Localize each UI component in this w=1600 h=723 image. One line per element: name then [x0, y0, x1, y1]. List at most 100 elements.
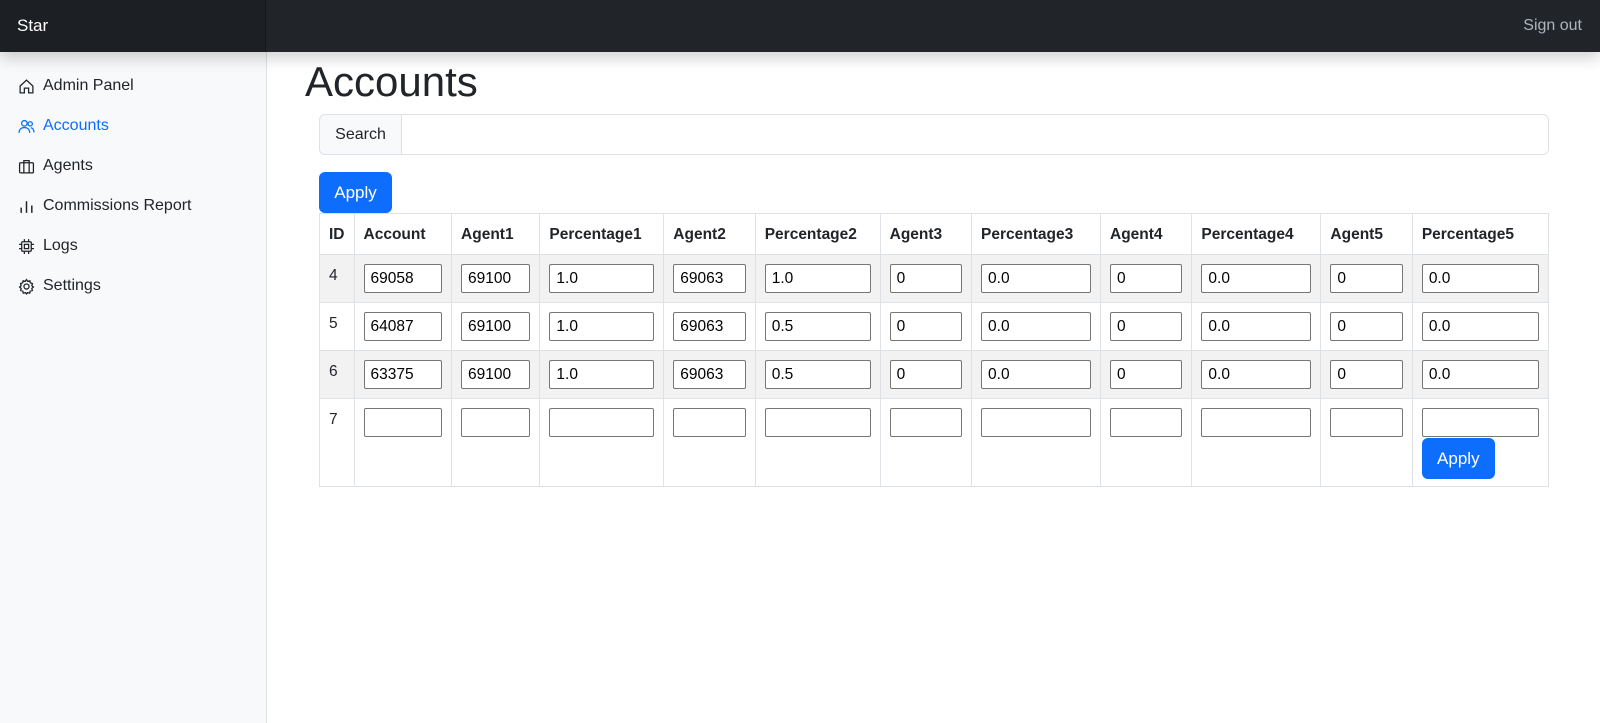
briefcase-icon [17, 157, 35, 175]
percentage3-input[interactable] [981, 312, 1092, 341]
column-header: Percentage3 [971, 213, 1102, 255]
percentage4-input[interactable] [1201, 408, 1312, 437]
agent5-input[interactable] [1330, 408, 1403, 437]
percentage1-input[interactable] [549, 408, 655, 437]
percentage3-input[interactable] [981, 360, 1092, 389]
table-cell [663, 398, 756, 487]
column-header: ID [319, 213, 355, 255]
percentage1-input[interactable] [549, 264, 655, 293]
sidebar-item-label: Commissions Report [43, 197, 192, 214]
agent1-input[interactable] [461, 312, 531, 341]
percentage2-input[interactable] [764, 408, 871, 437]
table-cell [539, 254, 665, 303]
percentage2-input[interactable] [764, 312, 871, 341]
gear-icon [17, 277, 35, 295]
agent3-input[interactable] [889, 360, 963, 389]
sidebar-item-agents[interactable]: Agents [0, 146, 266, 186]
percentage5-input[interactable] [1421, 360, 1539, 389]
table-cell [1411, 302, 1550, 351]
table-cell [879, 302, 973, 351]
agent2-input[interactable] [673, 408, 746, 437]
agent4-input[interactable] [1110, 408, 1183, 437]
percentage5-input[interactable] [1421, 408, 1539, 437]
sidebar-item-commissions-report[interactable]: Commissions Report [0, 186, 266, 226]
accounts-table-wrapper: ID Account Agent1 Percentage1 Agent2 Per… [319, 213, 1550, 487]
house-icon [17, 77, 35, 95]
percentage4-input[interactable] [1201, 360, 1312, 389]
column-header: Agent5 [1320, 213, 1413, 255]
sidebar-item-label: Logs [43, 237, 78, 254]
percentage4-input[interactable] [1201, 312, 1312, 341]
percentage5-input[interactable] [1421, 264, 1539, 293]
table-cell [539, 302, 665, 351]
sidebar-item-settings[interactable]: Settings [0, 266, 266, 306]
agent1-input[interactable] [461, 264, 531, 293]
table-cell [451, 398, 541, 487]
agent5-input[interactable] [1330, 360, 1403, 389]
agent2-input[interactable] [673, 360, 746, 389]
agent3-input[interactable] [889, 264, 963, 293]
sidebar-item-logs[interactable]: Logs [0, 226, 266, 266]
percentage2-input[interactable] [764, 264, 871, 293]
agent4-input[interactable] [1110, 264, 1183, 293]
main-content: Accounts Search Apply ID Account Agent1 … [267, 52, 1600, 723]
percentage2-input[interactable] [764, 360, 871, 389]
table-cell [451, 350, 541, 399]
table-cell [754, 302, 881, 351]
table-cell [971, 350, 1102, 399]
table-cell [1100, 254, 1193, 303]
column-header: Agent1 [451, 213, 541, 255]
agent5-input[interactable] [1330, 264, 1403, 293]
sidebar-item-admin-panel[interactable]: Admin Panel [0, 66, 266, 106]
sidebar-item-label: Admin Panel [43, 77, 134, 94]
table-cell [353, 302, 453, 351]
brand-name[interactable]: Star [0, 0, 266, 52]
column-header: Agent2 [663, 213, 756, 255]
agent5-input[interactable] [1330, 312, 1403, 341]
table-cell [451, 302, 541, 351]
agent3-input[interactable] [889, 408, 963, 437]
new-entry-row: 7 Apply [319, 398, 1550, 487]
agent1-input[interactable] [461, 360, 531, 389]
table-cell [754, 398, 881, 487]
agent2-input[interactable] [673, 312, 746, 341]
table-cell [971, 302, 1102, 351]
percentage3-input[interactable] [981, 264, 1092, 293]
table-cell [663, 350, 756, 399]
account-input[interactable] [363, 360, 443, 389]
search-group: Search [319, 114, 1549, 155]
percentage3-input[interactable] [981, 408, 1092, 437]
bar-chart-icon [17, 197, 35, 215]
percentage5-input[interactable] [1421, 312, 1539, 341]
account-input[interactable] [363, 408, 443, 437]
apply-filter-button[interactable]: Apply [319, 172, 392, 213]
row-id: 7 [319, 398, 355, 487]
agent4-input[interactable] [1110, 360, 1183, 389]
table-cell [879, 350, 973, 399]
people-icon [17, 117, 35, 135]
agent1-input[interactable] [461, 408, 531, 437]
apply-row-button[interactable]: Apply [1421, 438, 1495, 479]
table-cell [1191, 350, 1322, 399]
agent3-input[interactable] [889, 312, 963, 341]
row-id: 4 [319, 254, 355, 303]
table-cell [1100, 398, 1193, 487]
table-cell [539, 350, 665, 399]
table-cell [1100, 350, 1193, 399]
column-header: Percentage1 [539, 213, 665, 255]
agent2-input[interactable] [673, 264, 746, 293]
search-label: Search [319, 114, 402, 155]
agent4-input[interactable] [1110, 312, 1183, 341]
account-input[interactable] [363, 312, 443, 341]
column-header: Agent3 [879, 213, 973, 255]
sign-out-link[interactable]: Sign out [1523, 17, 1582, 35]
percentage1-input[interactable] [549, 360, 655, 389]
sidebar-item-accounts[interactable]: Accounts [0, 106, 266, 146]
percentage4-input[interactable] [1201, 264, 1312, 293]
sidebar: Admin Panel Accounts Agents Commissions … [0, 52, 267, 723]
search-input[interactable] [402, 114, 1549, 155]
account-input[interactable] [363, 264, 443, 293]
table-cell [1191, 302, 1322, 351]
table-cell [1320, 254, 1413, 303]
percentage1-input[interactable] [549, 312, 655, 341]
